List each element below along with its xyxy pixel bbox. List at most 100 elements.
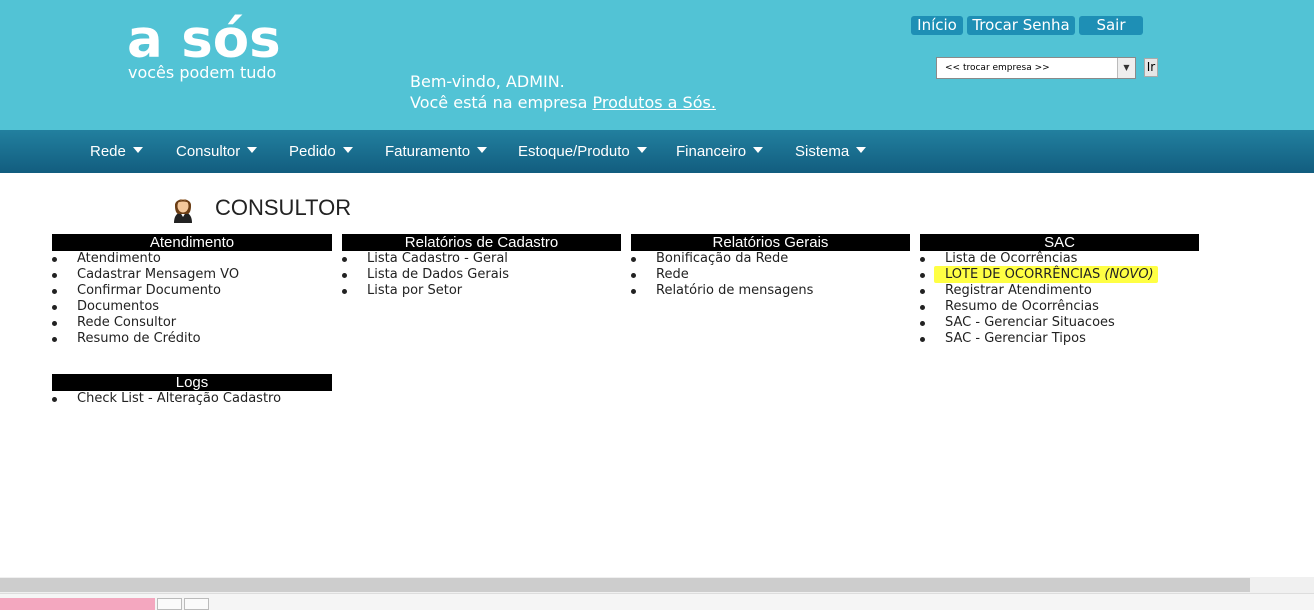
panel-relatorios-cadastro: Relatórios de Cadastro Lista Cadastro - … (342, 234, 621, 299)
link-label[interactable]: SAC - Gerenciar Tipos (934, 331, 1086, 346)
nav-item-estoque-produto[interactable]: Estoque/Produto (518, 130, 647, 173)
list-item[interactable]: Relatório de mensagens (631, 283, 910, 299)
caret-down-icon (636, 147, 647, 154)
nav-item-faturamento[interactable]: Faturamento (385, 130, 488, 173)
panel-title: Logs (52, 374, 332, 391)
list-item[interactable]: Lista de Dados Gerais (342, 267, 621, 283)
list-item[interactable]: Resumo de Ocorrências (920, 299, 1199, 315)
header: a sós vocês podem tudo Bem-vindo, ADMIN.… (0, 0, 1314, 130)
status-bar (0, 593, 1314, 610)
link-label[interactable]: Atendimento (66, 251, 161, 266)
scrollbar-thumb[interactable] (0, 578, 1250, 592)
company-select[interactable]: << trocar empresa >> ▼ (936, 57, 1136, 79)
link-list: Atendimento Cadastrar Mensagem VO Confir… (52, 251, 332, 347)
link-label[interactable]: Lista de Dados Gerais (356, 267, 509, 282)
nav-item-sistema[interactable]: Sistema (795, 130, 867, 173)
sair-button[interactable]: Sair (1079, 16, 1143, 35)
main-nav: Rede Consultor Pedido Faturamento Estoqu… (0, 130, 1314, 173)
nav-item-consultor[interactable]: Consultor (176, 130, 258, 173)
company-link[interactable]: Produtos a Sós. (592, 93, 715, 112)
link-label[interactable]: Lista de Ocorrências (934, 251, 1077, 266)
list-item[interactable]: Lista de Ocorrências (920, 251, 1199, 267)
top-buttons: Início Trocar Senha Sair (911, 16, 1143, 35)
nav-item-financeiro[interactable]: Financeiro (676, 130, 764, 173)
list-item[interactable]: Rede (631, 267, 910, 283)
list-item[interactable]: Cadastrar Mensagem VO (52, 267, 332, 283)
nav-item-rede[interactable]: Rede (90, 130, 143, 173)
link-label[interactable]: Lista Cadastro - Geral (356, 251, 508, 266)
caret-down-icon (247, 147, 258, 154)
nav-item-label: Rede (90, 143, 126, 160)
panel-atendimento: Atendimento Atendimento Cadastrar Mensag… (52, 234, 332, 347)
highlighted-link[interactable]: LOTE DE OCORRÊNCIAS (NOVO) (934, 266, 1158, 283)
link-list: Lista de Ocorrências LOTE DE OCORRÊNCIAS… (920, 251, 1199, 347)
logo[interactable]: a sós (127, 10, 281, 70)
nav-item-label: Faturamento (385, 143, 471, 160)
list-item[interactable]: Rede Consultor (52, 315, 332, 331)
list-item[interactable]: Check List - Alteração Cadastro (52, 391, 332, 407)
list-item[interactable]: Documentos (52, 299, 332, 315)
panel-title: Relatórios de Cadastro (342, 234, 621, 251)
link-label[interactable]: LOTE DE OCORRÊNCIAS (945, 267, 1100, 282)
list-item[interactable]: SAC - Gerenciar Situacoes (920, 315, 1199, 331)
nav-item-label: Pedido (289, 143, 336, 160)
list-item-highlighted[interactable]: LOTE DE OCORRÊNCIAS (NOVO) (920, 266, 1199, 283)
list-item[interactable]: Atendimento (52, 251, 332, 267)
welcome-company-prefix: Você está na empresa (410, 93, 593, 112)
link-label[interactable]: Resumo de Ocorrências (934, 299, 1099, 314)
welcome-company-line: Você está na empresa Produtos a Sós. (410, 92, 716, 113)
nav-item-label: Sistema (795, 143, 850, 160)
panel-title: Atendimento (52, 234, 332, 251)
company-select-value: << trocar empresa >> (945, 63, 1050, 73)
caret-down-icon (856, 147, 867, 154)
list-item[interactable]: SAC - Gerenciar Tipos (920, 331, 1199, 347)
panel-logs: Logs Check List - Alteração Cadastro (52, 374, 332, 407)
new-badge: (NOVO) (1104, 267, 1154, 282)
link-label[interactable]: Lista por Setor (356, 283, 462, 298)
nav-item-pedido[interactable]: Pedido (289, 130, 353, 173)
list-item[interactable]: Bonificação da Rede (631, 251, 910, 267)
link-label[interactable]: Check List - Alteração Cadastro (66, 391, 281, 406)
panel-title: SAC (920, 234, 1199, 251)
ir-button[interactable]: Ir (1144, 58, 1158, 77)
link-label[interactable]: SAC - Gerenciar Situacoes (934, 315, 1115, 330)
list-item[interactable]: Lista por Setor (342, 283, 621, 299)
logo-tagline: vocês podem tudo (128, 63, 277, 82)
panel-title: Relatórios Gerais (631, 234, 910, 251)
link-list: Check List - Alteração Cadastro (52, 391, 332, 407)
link-label[interactable]: Bonificação da Rede (645, 251, 788, 266)
link-label[interactable]: Resumo de Crédito (66, 331, 201, 346)
chevron-down-icon[interactable]: ▼ (1117, 58, 1135, 78)
status-box (157, 598, 182, 610)
status-box (184, 598, 209, 610)
caret-down-icon (753, 147, 764, 154)
horizontal-scrollbar[interactable] (0, 577, 1314, 593)
consultant-avatar-icon (174, 199, 192, 223)
welcome-message: Bem-vindo, ADMIN. Você está na empresa P… (410, 71, 716, 113)
inicio-button[interactable]: Início (911, 16, 963, 35)
link-list: Lista Cadastro - Geral Lista de Dados Ge… (342, 251, 621, 299)
caret-down-icon (477, 147, 488, 154)
list-item[interactable]: Confirmar Documento (52, 283, 332, 299)
link-label[interactable]: Registrar Atendimento (934, 283, 1092, 298)
welcome-greeting: Bem-vindo, ADMIN. (410, 72, 565, 91)
link-label[interactable]: Cadastrar Mensagem VO (66, 267, 239, 282)
list-item[interactable]: Resumo de Crédito (52, 331, 332, 347)
link-list: Bonificação da Rede Rede Relatório de me… (631, 251, 910, 299)
link-label[interactable]: Documentos (66, 299, 159, 314)
link-label[interactable]: Rede Consultor (66, 315, 176, 330)
caret-down-icon (342, 147, 353, 154)
link-label[interactable]: Relatório de mensagens (645, 283, 813, 298)
panel-sac: SAC Lista de Ocorrências LOTE DE OCORRÊN… (920, 234, 1199, 347)
nav-item-label: Consultor (176, 143, 241, 160)
caret-down-icon (132, 147, 143, 154)
nav-item-label: Estoque/Produto (518, 143, 630, 160)
nav-item-label: Financeiro (676, 143, 747, 160)
trocar-senha-button[interactable]: Trocar Senha (967, 16, 1075, 35)
status-indicator (0, 598, 155, 610)
link-label[interactable]: Rede (645, 267, 689, 282)
panel-relatorios-gerais: Relatórios Gerais Bonificação da Rede Re… (631, 234, 910, 299)
link-label[interactable]: Confirmar Documento (66, 283, 221, 298)
list-item[interactable]: Registrar Atendimento (920, 283, 1199, 299)
list-item[interactable]: Lista Cadastro - Geral (342, 251, 621, 267)
